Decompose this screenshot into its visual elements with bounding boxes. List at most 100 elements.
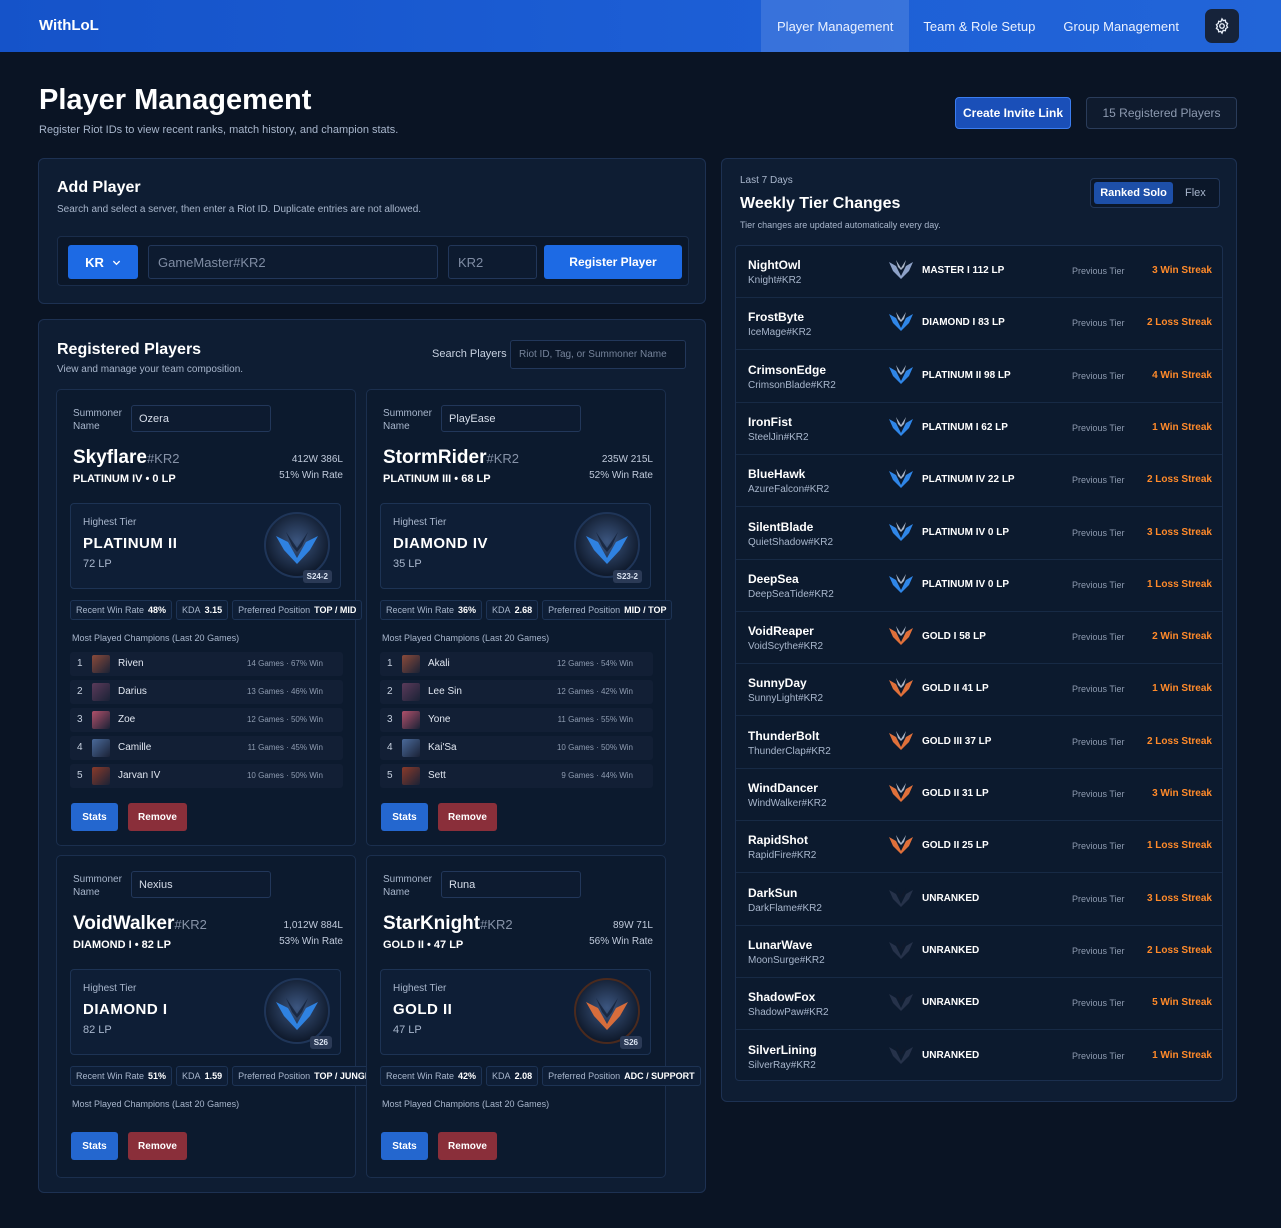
previous-tier-label: Previous Tier [1072, 422, 1125, 433]
tier-change-row[interactable]: RapidShot RapidFire#KR2 GOLD II 25 LP Previ… [736, 821, 1222, 874]
highest-tier-value: GOLD II [393, 1001, 453, 1018]
kda-stat: KDA 2.08 [486, 1066, 539, 1086]
champion-row[interactable]: 4 Kai'Sa 10 Games · 50% Win [380, 736, 653, 760]
weekly-period: Last 7 Days [740, 175, 793, 186]
stats-button[interactable]: Stats [71, 1132, 118, 1160]
tier-change-row[interactable]: FrostByte IceMage#KR2 DIAMOND I 83 LP Previ… [736, 298, 1222, 351]
streak-badge: 3 Win Streak [1152, 788, 1212, 799]
search-input[interactable]: Riot ID, Tag, or Summoner Name [510, 340, 686, 369]
highest-tier-label: Highest Tier [393, 983, 447, 994]
tier-change-row[interactable]: SilverLining SilverRay#KR2 UNRANKED Previou… [736, 1031, 1222, 1083]
champion-row[interactable]: 1 Riven 14 Games · 67% Win [70, 652, 343, 676]
riot-id-input[interactable]: GameMaster#KR2 [148, 245, 438, 279]
summoner-name-input[interactable]: Nexius [131, 871, 271, 898]
champion-row[interactable]: 5 Jarvan IV 10 Games · 50% Win [70, 764, 343, 788]
champion-name: Yone [428, 714, 451, 725]
create-invite-link-button[interactable]: Create Invite Link [955, 97, 1071, 129]
highest-tier-box: Highest Tier DIAMOND I 82 LP S26 [70, 969, 341, 1055]
champion-games: 12 Games · 54% Win [556, 659, 633, 668]
streak-badge: 2 Loss Streak [1146, 944, 1212, 956]
champion-rank: 4 [387, 742, 393, 753]
tier-change-row[interactable]: BlueHawk AzureFalcon#KR2 PLATINUM IV 22 LP… [736, 455, 1222, 508]
preferred-position-stat: Preferred Position TOP / JUNGLE [232, 1066, 383, 1086]
tier-change-row[interactable]: ThunderBolt ThunderClap#KR2 GOLD III 37 LP… [736, 717, 1222, 769]
most-played-label: Most Played Champions (Last 20 Games) [382, 1099, 550, 1109]
registered-players-panel: Registered Players View and manage your … [38, 319, 706, 1193]
win-loss-record: 235W 215L [601, 454, 653, 465]
brand-logo[interactable]: WithLoL [39, 17, 99, 34]
nav-player-management[interactable]: Player Management [761, 0, 910, 52]
summoner-name-input[interactable]: PlayEase [441, 405, 581, 432]
player-name: StarKnight#KR2 [383, 913, 513, 935]
most-played-label: Most Played Champions (Last 20 Games) [72, 633, 240, 643]
previous-tier-label: Previous Tier [1072, 945, 1125, 956]
champion-row[interactable]: 3 Zoe 12 Games · 50% Win [70, 708, 343, 732]
current-tier: DIAMOND I 83 LP [922, 317, 1005, 329]
kda-label: KDA [492, 1071, 511, 1081]
summoner-name-input[interactable]: Runa [441, 871, 581, 898]
top-nav-bar: WithLoL Player Management Team & Role Se… [0, 0, 1281, 52]
nav-group-management[interactable]: Group Management [1049, 0, 1193, 52]
tier-change-row[interactable]: SilentBlade QuietShadow#KR2 PLATINUM IV 0 … [736, 508, 1222, 560]
tier-change-row[interactable]: CrimsonEdge CrimsonBlade#KR2 PLATINUM II 9… [736, 351, 1222, 403]
tab-ranked-solo[interactable]: Ranked Solo [1094, 182, 1173, 204]
player-stats-row: Recent Win Rate 48% KDA 3.15 Preferred Posit… [70, 600, 363, 620]
settings-button[interactable] [1205, 9, 1239, 43]
player-stats-row: Recent Win Rate 36% KDA 2.68 Preferred Posit… [380, 600, 673, 620]
remove-button[interactable]: Remove [438, 803, 497, 831]
previous-tier-label: Previous Tier [1072, 370, 1125, 381]
previous-tier-label: Previous Tier [1072, 736, 1125, 747]
player-name: SilverLining [748, 1042, 817, 1057]
champion-portrait-icon [402, 683, 420, 701]
stats-button[interactable]: Stats [381, 803, 428, 831]
player-name: DarkSun [748, 885, 798, 900]
recent-win-rate-label: Recent Win Rate [76, 605, 145, 615]
tier-change-row[interactable]: LunarWave MoonSurge#KR2 UNRANKED Previous T… [736, 926, 1222, 978]
player-game-name: Skyflare [73, 447, 147, 468]
champion-row[interactable]: 2 Darius 13 Games · 46% Win [70, 680, 343, 704]
tag-input[interactable]: KR2 [448, 245, 537, 279]
stats-button[interactable]: Stats [381, 1132, 428, 1160]
tier-change-row[interactable]: ShadowFox ShadowPaw#KR2 UNRANKED Previous T… [736, 978, 1222, 1031]
champion-row[interactable]: 2 Lee Sin 12 Games · 42% Win [380, 680, 653, 704]
champion-row[interactable]: 4 Camille 11 Games · 45% Win [70, 736, 343, 760]
tier-change-row[interactable]: NightOwl Knight#KR2 MASTER I 112 LP Previou… [736, 246, 1222, 298]
champion-games: 9 Games · 44% Win [561, 771, 633, 780]
server-select[interactable]: KR [68, 245, 138, 279]
tier-change-row[interactable]: WindDancer WindWalker#KR2 GOLD II 31 LP Pre… [736, 769, 1222, 821]
champion-portrait-icon [92, 767, 110, 785]
remove-button[interactable]: Remove [128, 1132, 187, 1160]
preferred-position-label: Preferred Position [238, 605, 311, 615]
gear-icon [1215, 17, 1229, 35]
tier-change-row[interactable]: DarkSun DarkFlame#KR2 UNRANKED Previous Tie… [736, 874, 1222, 926]
tier-change-row[interactable]: SunnyDay SunnyLight#KR2 GOLD II 41 LP Previ… [736, 664, 1222, 717]
champion-portrait-icon [92, 739, 110, 757]
win-loss-record: 89W 71L [612, 920, 653, 931]
champion-row[interactable]: 5 Sett 9 Games · 44% Win [380, 764, 653, 788]
player-name: LunarWave [748, 937, 813, 952]
riot-id: ThunderClap#KR2 [748, 745, 831, 757]
current-tier: UNRANKED [922, 997, 980, 1009]
tab-flex[interactable]: Flex [1185, 187, 1206, 199]
summoner-name-input[interactable]: Ozera [131, 405, 271, 432]
tier-emblem-icon [888, 363, 914, 385]
tier-change-row[interactable]: VoidReaper VoidScythe#KR2 GOLD I 58 LP Prev… [736, 612, 1222, 665]
remove-button[interactable]: Remove [438, 1132, 497, 1160]
stats-button[interactable]: Stats [71, 803, 118, 831]
season-badge: S23-2 [612, 570, 642, 583]
champion-rank: 4 [77, 742, 83, 753]
champion-rank: 1 [387, 658, 393, 669]
highest-tier-value: DIAMOND IV [393, 535, 488, 552]
riot-id: QuietShadow#KR2 [748, 536, 834, 548]
nav-team-role-setup[interactable]: Team & Role Setup [909, 0, 1049, 52]
tier-change-row[interactable]: IronFist SteelJin#KR2 PLATINUM I 62 LP Prev… [736, 403, 1222, 455]
register-player-button[interactable]: Register Player [544, 245, 682, 279]
champion-row[interactable]: 1 Akali 12 Games · 54% Win [380, 652, 653, 676]
remove-button[interactable]: Remove [128, 803, 187, 831]
champion-name: Darius [118, 686, 147, 697]
tier-change-row[interactable]: DeepSea DeepSeaTide#KR2 PLATINUM IV 0 LP Pr… [736, 560, 1222, 612]
win-rate: 51% Win Rate [279, 470, 343, 481]
champion-row[interactable]: 3 Yone 11 Games · 55% Win [380, 708, 653, 732]
player-name: Skyflare#KR2 [73, 447, 179, 469]
recent-win-rate-label: Recent Win Rate [76, 1071, 145, 1081]
